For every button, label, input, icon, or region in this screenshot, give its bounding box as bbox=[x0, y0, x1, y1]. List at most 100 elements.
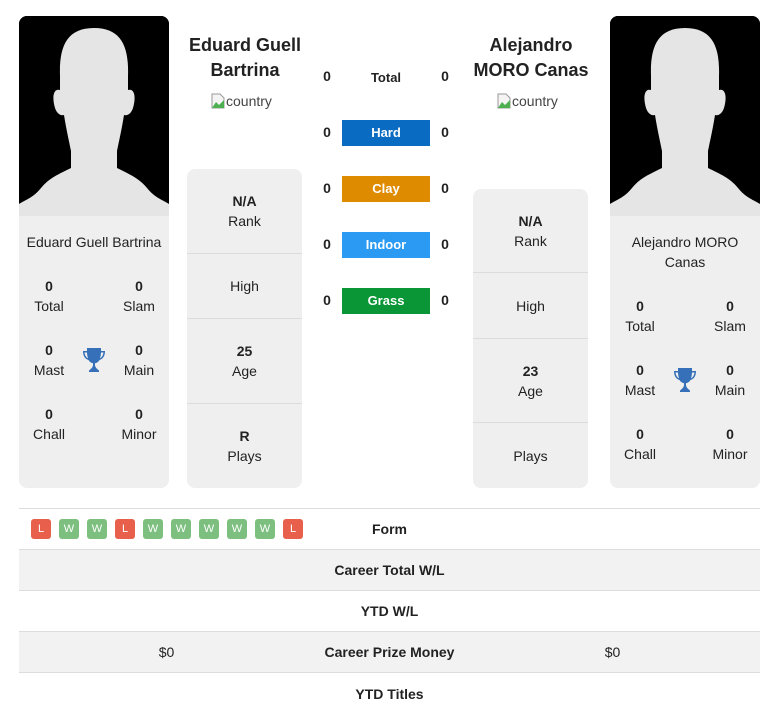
total-label: Total bbox=[370, 70, 402, 85]
player2-name-heading[interactable]: Alejandro MORO Canas bbox=[466, 33, 596, 83]
player2-stats: N/A Rank High 23 Age Plays bbox=[473, 189, 588, 488]
label: Plays bbox=[227, 448, 262, 464]
value: R bbox=[239, 428, 250, 444]
ytd-wl-label: YTD W/L bbox=[360, 603, 419, 619]
player1-name-heading[interactable]: Eduard Guell Bartrina bbox=[180, 33, 310, 83]
name-line: Eduard Guell bbox=[188, 35, 302, 55]
name-line: Bartrina bbox=[210, 60, 280, 80]
p1-value: 0 bbox=[323, 124, 331, 140]
player1-card-name: Eduard Guell Bartrina bbox=[26, 234, 162, 250]
value: 0 bbox=[135, 278, 143, 294]
player1-titles: 0 Total 0 Slam 0 Mast 0 Main 0 Chall 0 Minor bbox=[19, 276, 169, 444]
form-badge-win[interactable]: W bbox=[87, 519, 107, 539]
value: 0 bbox=[135, 406, 143, 422]
value: 0 bbox=[636, 362, 644, 378]
player2-titles-slam: 0 Slam bbox=[700, 296, 760, 336]
p1-value: 0 bbox=[323, 236, 331, 252]
prize-money-row: $0 Career Prize Money $0 bbox=[19, 632, 760, 673]
player2-prize-money: $0 bbox=[604, 644, 621, 660]
player1-titles-minor: 0 Minor bbox=[109, 404, 169, 444]
form-badge-win[interactable]: W bbox=[143, 519, 163, 539]
form-badge-win[interactable]: W bbox=[171, 519, 191, 539]
value: 0 bbox=[726, 298, 734, 314]
h2h-hard-row: 0 Hard 0 bbox=[318, 120, 458, 149]
surface-hard-badge[interactable]: Hard bbox=[342, 120, 430, 146]
label: Mast bbox=[33, 362, 65, 378]
value: 0 bbox=[45, 278, 53, 294]
form-badge-win[interactable]: W bbox=[227, 519, 247, 539]
player2-titles-minor: 0 Minor bbox=[700, 424, 760, 464]
label: Main bbox=[123, 362, 155, 378]
form-label: Form bbox=[372, 521, 407, 537]
surface-indoor-badge[interactable]: Indoor bbox=[342, 232, 430, 258]
value: 0 bbox=[45, 406, 53, 422]
form-row: LWWLWWWWWL Form bbox=[19, 509, 760, 550]
player1-age: 25 Age bbox=[187, 319, 302, 404]
country-alt-text: country bbox=[226, 93, 272, 109]
label: Rank bbox=[228, 213, 261, 229]
player1-titles-main: 0 Main bbox=[109, 340, 169, 380]
player2-rank: N/A Rank bbox=[473, 189, 588, 273]
surface-clay-badge[interactable]: Clay bbox=[342, 176, 430, 202]
label: Age bbox=[232, 363, 257, 379]
p2-value: 0 bbox=[441, 292, 449, 308]
player1-titles-slam: 0 Slam bbox=[109, 276, 169, 316]
player2-titles: 0 Total 0 Slam 0 Mast 0 Main 0 Chall 0 Minor bbox=[610, 296, 760, 464]
player1-form: LWWLWWWWWL bbox=[19, 519, 314, 539]
value: 0 bbox=[135, 342, 143, 358]
label: Main bbox=[714, 382, 746, 398]
value: 25 bbox=[236, 343, 253, 359]
surface-grass-badge[interactable]: Grass bbox=[342, 288, 430, 314]
p2-value: 0 bbox=[441, 236, 449, 252]
label: High bbox=[516, 297, 545, 314]
h2h-clay-row: 0 Clay 0 bbox=[318, 176, 458, 205]
player2-titles-chall: 0 Chall bbox=[610, 424, 670, 464]
silhouette-icon bbox=[19, 16, 169, 216]
player2-titles-main: 0 Main bbox=[700, 360, 760, 400]
label: Rank bbox=[514, 232, 547, 249]
form-badge-loss[interactable]: L bbox=[31, 519, 51, 539]
player1-card: Eduard Guell Bartrina 0 Total 0 Slam 0 Mast… bbox=[19, 16, 169, 488]
name-line: MORO Canas bbox=[473, 60, 589, 80]
silhouette-icon bbox=[610, 16, 760, 216]
player2-card: Alejandro MORO Canas 0 Total 0 Slam 0 Mast … bbox=[610, 16, 760, 488]
player1-country-flag: country bbox=[211, 93, 272, 109]
label: Total bbox=[625, 318, 655, 334]
value: 0 bbox=[726, 362, 734, 378]
prize-money-label: Career Prize Money bbox=[324, 644, 455, 660]
comparison-table: LWWLWWWWWL Form Career Total W/L YTD W/L… bbox=[19, 508, 760, 714]
form-badge-win[interactable]: W bbox=[59, 519, 79, 539]
player1-stats: N/A Rank High 25 Age R Plays bbox=[187, 169, 302, 488]
value: 0 bbox=[636, 426, 644, 442]
player1-titles-total: 0 Total bbox=[19, 276, 79, 316]
ytd-titles-row: YTD Titles bbox=[19, 673, 760, 714]
label: Plays bbox=[513, 447, 548, 464]
player2-photo bbox=[610, 16, 760, 216]
player2-plays: Plays bbox=[473, 423, 588, 488]
form-badge-win[interactable]: W bbox=[255, 519, 275, 539]
player1-photo bbox=[19, 16, 169, 216]
value: 0 bbox=[45, 342, 53, 358]
value: N/A bbox=[232, 193, 257, 209]
player2-country-flag: country bbox=[497, 93, 558, 109]
p2-value: 0 bbox=[441, 180, 449, 196]
broken-image-icon bbox=[211, 93, 225, 109]
career-wl-label: Career Total W/L bbox=[334, 562, 445, 578]
player1-titles-mast: 0 Mast bbox=[19, 340, 79, 380]
value: N/A bbox=[518, 212, 543, 229]
form-badge-win[interactable]: W bbox=[199, 519, 219, 539]
trophy-icon bbox=[79, 340, 109, 380]
ytd-wl-row: YTD W/L bbox=[19, 591, 760, 632]
player1-high: High bbox=[187, 254, 302, 319]
form-badge-loss[interactable]: L bbox=[115, 519, 135, 539]
label: Slam bbox=[714, 318, 746, 334]
player2-titles-total: 0 Total bbox=[610, 296, 670, 336]
p1-total: 0 bbox=[323, 68, 331, 84]
ytd-titles-label: YTD Titles bbox=[355, 685, 424, 702]
label: Minor bbox=[712, 446, 748, 462]
p2-total: 0 bbox=[441, 68, 449, 84]
p1-value: 0 bbox=[323, 292, 331, 308]
h2h-grass-row: 0 Grass 0 bbox=[318, 288, 458, 317]
player1-titles-chall: 0 Chall bbox=[19, 404, 79, 444]
form-badge-loss[interactable]: L bbox=[283, 519, 303, 539]
